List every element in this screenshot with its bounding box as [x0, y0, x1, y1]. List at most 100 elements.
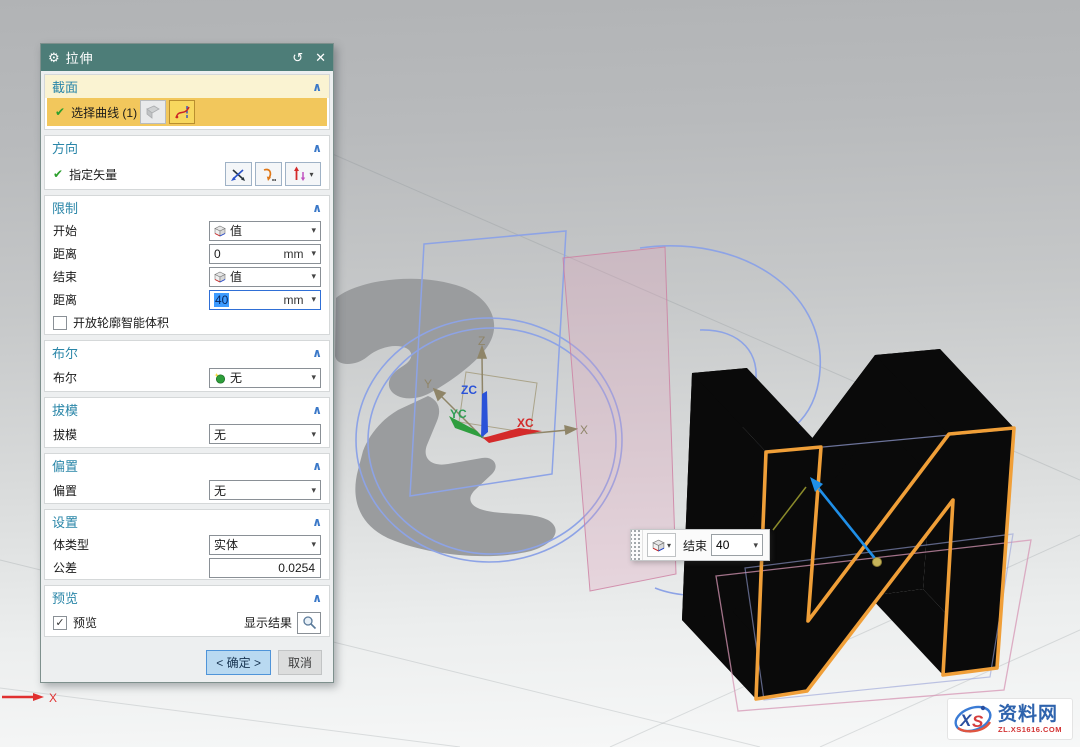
value-cube-icon: [214, 225, 226, 237]
limits-header[interactable]: 限制 ∧: [45, 196, 329, 219]
limits-header-label: 限制: [52, 198, 78, 217]
vector-dialog-button[interactable]: [255, 162, 282, 186]
start-label: 开始: [53, 222, 77, 239]
mini-end-distance-input[interactable]: 40 ▾: [711, 534, 763, 556]
toolbar-drag-handle[interactable]: [631, 530, 643, 560]
end-distance-label: 距离: [53, 291, 77, 308]
show-result-label: 显示结果: [244, 614, 292, 631]
specify-vector-label: 指定矢量: [69, 166, 117, 183]
value-cube-icon: [652, 539, 665, 552]
offset-header[interactable]: 偏置 ∧: [45, 454, 329, 477]
draft-label: 拔模: [53, 426, 77, 443]
dialog-titlebar[interactable]: ⚙ 拉伸 ↺ ✕: [41, 44, 333, 71]
end-distance-input[interactable]: 40 mm ▾: [209, 290, 321, 310]
extrude-dialog: ⚙ 拉伸 ↺ ✕ 截面 ∧ ✔ 选择曲线 (1): [40, 43, 334, 683]
magnifier-icon: [302, 615, 317, 630]
tolerance-row: 公差 0.0254: [45, 556, 329, 579]
dropdown-caret-icon: ▾: [311, 271, 316, 282]
distance-drag-ball[interactable]: [873, 558, 882, 567]
end-mode-mini-dropdown[interactable]: ▾: [647, 533, 676, 557]
boolean-label: 布尔: [53, 369, 77, 386]
draft-value: 无: [214, 426, 226, 443]
group-settings: 设置 ∧ 体类型 实体 ▾ 公差 0.0254: [44, 509, 330, 580]
collapse-arrow-icon[interactable]: ∧: [312, 403, 322, 417]
ok-button[interactable]: < 确定 >: [206, 650, 271, 675]
dropdown-caret-icon: ▾: [311, 485, 316, 496]
collapse-arrow-icon[interactable]: ∧: [312, 459, 322, 473]
offset-dropdown[interactable]: 无 ▾: [209, 480, 321, 500]
section-header[interactable]: 截面 ∧: [45, 75, 329, 98]
boolean-header-label: 布尔: [52, 343, 78, 362]
svg-text:S: S: [972, 712, 984, 731]
show-result-button[interactable]: [297, 612, 321, 634]
start-distance-row: 距离 0 mm ▾: [45, 242, 329, 265]
draft-header[interactable]: 拔模 ∧: [45, 398, 329, 421]
mini-end-label: 结束: [683, 537, 707, 554]
dropdown-caret-icon: ▾: [311, 294, 316, 305]
onscreen-input-toolbar: ▾ 结束 40 ▾: [630, 529, 770, 561]
dialog-footer: < 确定 > 取消: [44, 642, 330, 675]
curved-arrow-icon: [261, 167, 276, 182]
watermark-site-name: 资料网: [998, 705, 1062, 724]
collapse-arrow-icon[interactable]: ∧: [312, 346, 322, 360]
check-icon: ✔: [55, 105, 65, 119]
axis-label-x: X: [580, 423, 588, 437]
collapse-arrow-icon[interactable]: ∧: [312, 515, 322, 529]
offset-row: 偏置 无 ▾: [45, 477, 329, 503]
select-curve-row[interactable]: ✔ 选择曲线 (1): [47, 98, 327, 126]
close-icon[interactable]: ✕: [315, 50, 326, 66]
direction-header-label: 方向: [52, 138, 78, 157]
section-tool-button[interactable]: [140, 100, 166, 124]
preview-header[interactable]: 预览 ∧: [45, 586, 329, 609]
collapse-arrow-icon[interactable]: ∧: [312, 201, 322, 215]
group-direction: 方向 ∧ ✔ 指定矢量: [44, 135, 330, 190]
check-icon: ✔: [53, 167, 63, 181]
collapse-arrow-icon[interactable]: ∧: [312, 80, 322, 94]
dropdown-caret-icon: ▾: [311, 372, 316, 383]
settings-header-label: 设置: [52, 512, 78, 531]
watermark-site-url: ZL.XS1616.COM: [998, 726, 1062, 734]
end-distance-value-selected: 40: [214, 293, 229, 307]
settings-header[interactable]: 设置 ∧: [45, 510, 329, 533]
sketch-section-icon: [145, 105, 161, 119]
collapse-arrow-icon[interactable]: ∧: [312, 591, 322, 605]
direction-header[interactable]: 方向 ∧: [45, 136, 329, 159]
curve-select-button[interactable]: [169, 100, 195, 124]
group-boolean: 布尔 ∧ 布尔 无 ▾: [44, 340, 330, 392]
axis-label-z: Z: [478, 334, 485, 348]
zc-axis-blade[interactable]: [481, 391, 488, 438]
end-distance-row: 距离 40 mm ▾: [45, 288, 329, 311]
draft-header-label: 拔模: [52, 400, 78, 419]
boolean-header[interactable]: 布尔 ∧: [45, 341, 329, 364]
preview-checkbox[interactable]: ✓: [53, 616, 67, 630]
start-mode-dropdown[interactable]: 值 ▾: [209, 221, 321, 241]
preview-label: 预览: [73, 614, 97, 631]
open-profile-checkbox[interactable]: [53, 316, 67, 330]
cancel-button[interactable]: 取消: [278, 650, 322, 675]
xc-axis-blade[interactable]: [483, 428, 542, 443]
watermark: X S 资料网 ZL.XS1616.COM: [947, 698, 1073, 740]
collapse-arrow-icon[interactable]: ∧: [312, 141, 322, 155]
draft-dropdown[interactable]: 无 ▾: [209, 424, 321, 444]
boolean-none-icon: [214, 372, 226, 384]
mini-end-distance-value: 40: [716, 538, 729, 552]
dropdown-caret-icon: ▾: [667, 541, 671, 550]
start-distance-input[interactable]: 0 mm ▾: [209, 244, 321, 264]
tolerance-input[interactable]: 0.0254: [209, 558, 321, 578]
group-limits: 限制 ∧ 开始 值 ▾: [44, 195, 330, 335]
boolean-dropdown[interactable]: 无 ▾: [209, 368, 321, 388]
curve-icon: [174, 105, 191, 120]
group-draft: 拔模 ∧ 拔模 无 ▾: [44, 397, 330, 448]
body-type-dropdown[interactable]: 实体 ▾: [209, 535, 321, 555]
dialog-title: 拉伸: [66, 48, 94, 67]
vector-direction-dropdown[interactable]: ▾: [285, 162, 321, 186]
group-preview: 预览 ∧ ✓ 预览 显示结果: [44, 585, 330, 637]
vector-inferred-button[interactable]: [225, 162, 252, 186]
start-mode-value: 值: [230, 222, 242, 239]
end-mode-dropdown[interactable]: 值 ▾: [209, 267, 321, 287]
preview-row: ✓ 预览 显示结果: [45, 609, 329, 636]
dropdown-caret-icon: ▾: [309, 170, 313, 179]
dropdown-caret-icon: ▾: [311, 429, 316, 440]
offset-header-label: 偏置: [52, 456, 78, 475]
reset-icon[interactable]: ↺: [292, 50, 303, 66]
